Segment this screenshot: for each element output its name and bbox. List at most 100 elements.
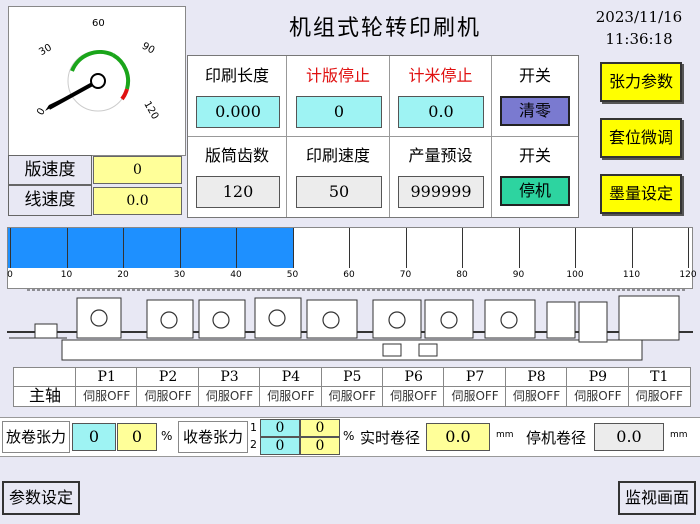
line-speed-value: 0.0 [93,187,182,215]
speed-bar-tick [688,228,689,268]
stop-diameter-field[interactable]: 0.0 [594,423,664,451]
speed-bar-tick [66,228,68,268]
servo-unit-name: P6 [382,367,446,388]
unwind-tension-label: 放卷张力 [2,421,70,453]
plate-count-stop-field[interactable]: 0 [296,96,382,128]
main-axis-header [13,367,77,387]
servo-status[interactable]: 伺服OFF [197,386,262,407]
output-preset-field[interactable]: 999999 [398,176,484,208]
speed-bar-tick-label: 50 [286,270,299,280]
speed-dial-icon: 0 30 60 90 120 [35,18,160,121]
servo-unit-name: P7 [443,367,507,388]
tension-row: 放卷张力 0 0 % 收卷张力 1 2 0 0 0 0 % 实时卷径 0.0 m… [0,417,700,457]
rewind1-tension-actual: 0 [300,419,340,437]
speed-bar-tick-label: 60 [343,270,355,280]
servo-table: 主轴 P1 伺服OFF P2 伺服OFF P3 伺服OFF P4 伺服OFF P5 伺服OFF P6… [13,367,691,407]
monitor-screen-button[interactable]: 监视画面 [618,481,696,515]
servo-status[interactable]: 伺服OFF [382,386,446,407]
speed-bar-tick-label: 0 [7,270,13,280]
plate-speed-label: 版速度 [8,155,92,185]
print-speed-field[interactable]: 50 [296,176,382,208]
page-title: 机组式轮转印刷机 [288,16,481,41]
servo-status[interactable]: 伺服OFF [320,386,384,407]
unwind-percent: % [161,429,173,443]
time-text: 11:36:18 [605,30,673,48]
servo-status[interactable]: 伺服OFF [136,386,200,407]
date-text: 2023/11/16 [595,8,683,26]
stop-diameter-label: 停机卷径 [526,429,587,447]
register-adjust-button[interactable]: 套位微调 [600,118,682,158]
servo-unit-name: P8 [504,367,569,388]
speed-bar-tick [10,228,11,268]
servo-status[interactable]: 伺服OFF [566,386,630,407]
main-axis-label: 主轴 [13,386,77,407]
rewind-percent: % [343,429,355,443]
speed-bar-tick-label: 10 [60,270,73,280]
plate-speed-value: 0 [93,156,182,184]
speed-bar-tick [123,228,124,268]
params-settings-button[interactable]: 参数设定 [2,481,80,515]
servo-status[interactable]: 伺服OFF [504,386,569,407]
gauge-tick-120: 120 [141,99,160,121]
rewind-row2-index: 2 [250,438,257,451]
settings-panel: 印刷长度 计版停止 计米停止 开关 0.000 0 0.0 清零 版筒齿数 印刷… [187,55,579,218]
speed-bar-tick [349,228,350,268]
print-length-label: 印刷长度 [204,66,269,85]
speed-bar-tick-label: 40 [230,270,242,280]
realtime-diameter-label: 实时卷径 [360,429,421,447]
output-preset-label: 产量预设 [408,146,473,165]
rewind2-tension-actual: 0 [300,437,340,455]
switch-label-1: 开关 [518,66,551,85]
gauge-tick-60: 60 [92,18,105,29]
rewind-row1-index: 1 [250,421,257,434]
line-speed-label: 线速度 [8,185,92,216]
speed-bar-tick-label: 110 [622,270,641,280]
speed-bar: 0 10 20 30 40 50 60 70 80 90 100 110 120 [7,227,697,289]
speed-bar-tick-label: 30 [173,270,186,280]
gauge-tick-90: 90 [140,41,157,57]
rewind-tension-label: 收卷张力 [178,421,248,453]
gauge-tick-30: 30 [37,42,54,58]
speed-bar-tick [179,228,181,268]
servo-status[interactable]: 伺服OFF [259,386,323,407]
clear-button[interactable]: 清零 [500,96,570,126]
rewind1-tension-set[interactable]: 0 [260,419,300,437]
speed-bar-tick [518,228,520,268]
tension-params-button[interactable]: 张力参数 [600,62,682,102]
speed-bar-tick [405,228,407,268]
unwind-tension-set[interactable]: 0 [72,423,116,451]
speed-bar-tick-label: 70 [399,270,412,280]
switch-label-2: 开关 [518,146,551,165]
ink-settings-button[interactable]: 墨量设定 [600,174,682,214]
cylinder-teeth-field[interactable]: 120 [196,176,280,208]
speed-bar-tick [462,228,463,268]
servo-unit-name: P5 [320,367,384,388]
meter-count-stop-field[interactable]: 0.0 [398,96,484,128]
datetime: 2023/11/16 11:36:18 [580,6,698,50]
speed-bar-tick-label: 100 [566,270,584,280]
rewind2-tension-set[interactable]: 0 [260,437,300,455]
servo-unit-name: P3 [197,367,262,388]
speed-bar-tick-label: 20 [117,270,129,280]
servo-status[interactable]: 伺服OFF [75,386,139,407]
speed-bar-tick-label: 90 [512,270,525,280]
servo-unit-name: P4 [259,367,323,388]
servo-status[interactable]: 伺服OFF [443,386,507,407]
servo-unit-name: P2 [136,367,200,388]
servo-unit-name: P1 [75,367,139,388]
meter-count-stop-label: 计米停止 [408,66,473,85]
stop-button[interactable]: 停机 [500,176,570,206]
print-length-field[interactable]: 0.000 [196,96,280,128]
cylinder-teeth-label: 版筒齿数 [204,146,269,165]
unwind-tension-actual: 0 [117,423,157,451]
servo-unit-name: T1 [627,367,691,388]
stop-diameter-unit: mm [670,430,688,440]
servo-status[interactable]: 伺服OFF [627,386,691,407]
speed-bar-tick [631,228,633,268]
speed-gauge: 0 30 60 90 120 [8,6,186,156]
speed-bar-tick-label: 80 [456,270,468,280]
speed-bar-fill [8,228,293,268]
speed-bar-tick [236,228,237,268]
realtime-diameter-value: 0.0 [426,423,490,451]
speed-bar-tick [292,228,294,268]
